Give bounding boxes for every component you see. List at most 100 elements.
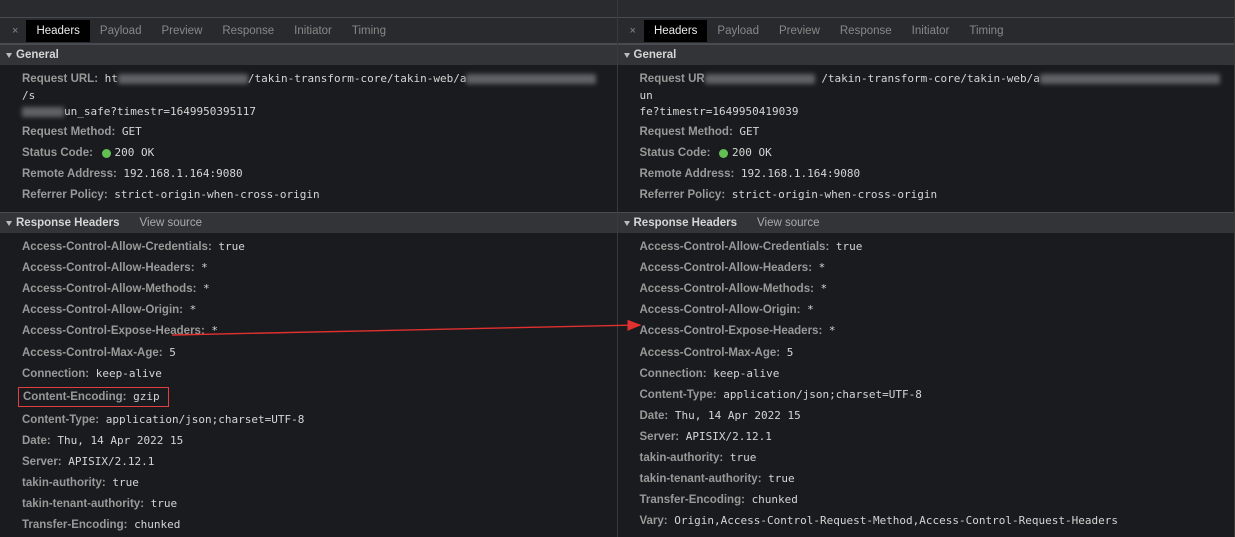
response-headers-body: Access-Control-Allow-Credentials: true A… <box>618 233 1235 537</box>
chevron-down-icon <box>6 53 12 58</box>
value: keep-alive <box>96 367 162 380</box>
tab-response[interactable]: Response <box>212 20 284 42</box>
value: GET <box>122 125 142 138</box>
section-title: Response Headers <box>16 217 120 229</box>
label: Access-Control-Max-Age: <box>22 347 163 359</box>
scroll-area[interactable]: General Request UR /takin-transform-core… <box>618 44 1235 537</box>
label: Connection: <box>640 368 707 380</box>
value: true <box>151 497 178 510</box>
tab-headers[interactable]: Headers <box>26 20 89 42</box>
label: Remote Address: <box>640 168 735 180</box>
value: keep-alive <box>713 367 779 380</box>
label: Status Code: <box>640 147 711 159</box>
tab-timing[interactable]: Timing <box>959 20 1013 42</box>
value: gzip <box>133 390 160 403</box>
label: Request UR <box>640 73 705 85</box>
tab-preview[interactable]: Preview <box>151 20 212 42</box>
section-response-headers[interactable]: Response Headers View source <box>0 212 617 233</box>
section-title: General <box>634 49 677 61</box>
status-dot-icon <box>102 149 111 158</box>
section-title: General <box>16 49 59 61</box>
label: Vary: <box>640 515 668 527</box>
label: Content-Type: <box>22 414 99 426</box>
label: Connection: <box>22 368 89 380</box>
value: true <box>768 472 795 485</box>
label: takin-tenant-authority: <box>22 498 144 510</box>
label: Access-Control-Allow-Credentials: <box>640 241 830 253</box>
value: APISIX/2.12.1 <box>68 455 154 468</box>
label: Content-Type: <box>640 389 717 401</box>
value: true <box>218 240 245 253</box>
value: Thu, 14 Apr 2022 15 <box>57 434 183 447</box>
highlight-box: Content-Encoding: gzip <box>18 387 169 408</box>
label: takin-authority: <box>22 477 106 489</box>
value: 5 <box>787 346 794 359</box>
request-url-row: Request UR /takin-transform-core/takin-w… <box>640 69 1231 122</box>
section-general[interactable]: General <box>0 44 617 65</box>
value: * <box>829 324 836 337</box>
request-url-row: Request URL: ht/takin-transform-core/tak… <box>22 69 613 122</box>
label: Server: <box>22 456 62 468</box>
value: * <box>819 261 826 274</box>
value: 5 <box>169 346 176 359</box>
label: Date: <box>22 435 51 447</box>
tab-response[interactable]: Response <box>830 20 902 42</box>
value: true <box>836 240 863 253</box>
section-response-headers[interactable]: Response Headers View source <box>618 212 1235 233</box>
value: true <box>112 476 139 489</box>
label: Access-Control-Expose-Headers: <box>640 325 823 337</box>
label: Access-Control-Max-Age: <box>640 347 781 359</box>
label: Referrer Policy: <box>640 189 726 201</box>
value: * <box>807 303 814 316</box>
tab-bar: × Headers Payload Preview Response Initi… <box>618 18 1235 44</box>
chevron-down-icon <box>6 221 12 226</box>
chevron-down-icon <box>624 221 630 226</box>
value: strict-origin-when-cross-origin <box>732 188 937 201</box>
label: Access-Control-Allow-Headers: <box>640 262 813 274</box>
chevron-down-icon <box>624 53 630 58</box>
content-encoding-row: Content-Encoding: gzip <box>22 384 613 409</box>
label: Access-Control-Allow-Headers: <box>22 262 195 274</box>
tab-payload[interactable]: Payload <box>90 20 152 42</box>
right-panel: × Headers Payload Preview Response Initi… <box>618 0 1235 537</box>
tab-preview[interactable]: Preview <box>769 20 830 42</box>
value: chunked <box>134 518 180 531</box>
label: Date: <box>640 410 669 422</box>
value: strict-origin-when-cross-origin <box>114 188 319 201</box>
value: APISIX/2.12.1 <box>686 430 772 443</box>
value: * <box>211 324 218 337</box>
label: Access-Control-Allow-Origin: <box>22 304 183 316</box>
general-body: Request URL: ht/takin-transform-core/tak… <box>0 65 617 212</box>
close-icon[interactable]: × <box>4 25 26 37</box>
value: Thu, 14 Apr 2022 15 <box>675 409 801 422</box>
label: Access-Control-Allow-Methods: <box>640 283 814 295</box>
scroll-area[interactable]: General Request URL: ht/takin-transform-… <box>0 44 617 537</box>
view-source-link[interactable]: View source <box>140 217 202 229</box>
status-dot-icon <box>719 149 728 158</box>
tab-headers[interactable]: Headers <box>644 20 707 42</box>
section-title: Response Headers <box>634 217 738 229</box>
label: Server: <box>640 431 680 443</box>
value: Origin,Access-Control-Request-Method,Acc… <box>674 514 1118 527</box>
close-icon[interactable]: × <box>622 25 644 37</box>
tab-initiator[interactable]: Initiator <box>902 20 960 42</box>
tab-initiator[interactable]: Initiator <box>284 20 342 42</box>
label: Access-Control-Expose-Headers: <box>22 325 205 337</box>
label: takin-authority: <box>640 452 724 464</box>
label: Access-Control-Allow-Credentials: <box>22 241 212 253</box>
label: Request Method: <box>22 126 115 138</box>
left-panel: × Headers Payload Preview Response Initi… <box>0 0 618 537</box>
tab-timing[interactable]: Timing <box>342 20 396 42</box>
view-source-link[interactable]: View source <box>757 217 819 229</box>
value: * <box>201 261 208 274</box>
value: 192.168.1.164:9080 <box>741 167 860 180</box>
value: chunked <box>752 493 798 506</box>
section-general[interactable]: General <box>618 44 1235 65</box>
tab-payload[interactable]: Payload <box>707 20 769 42</box>
top-bar <box>618 0 1235 18</box>
value: * <box>821 282 828 295</box>
general-body: Request UR /takin-transform-core/takin-w… <box>618 65 1235 212</box>
label: Remote Address: <box>22 168 117 180</box>
label: Request Method: <box>640 126 733 138</box>
value: application/json;charset=UTF-8 <box>106 413 305 426</box>
